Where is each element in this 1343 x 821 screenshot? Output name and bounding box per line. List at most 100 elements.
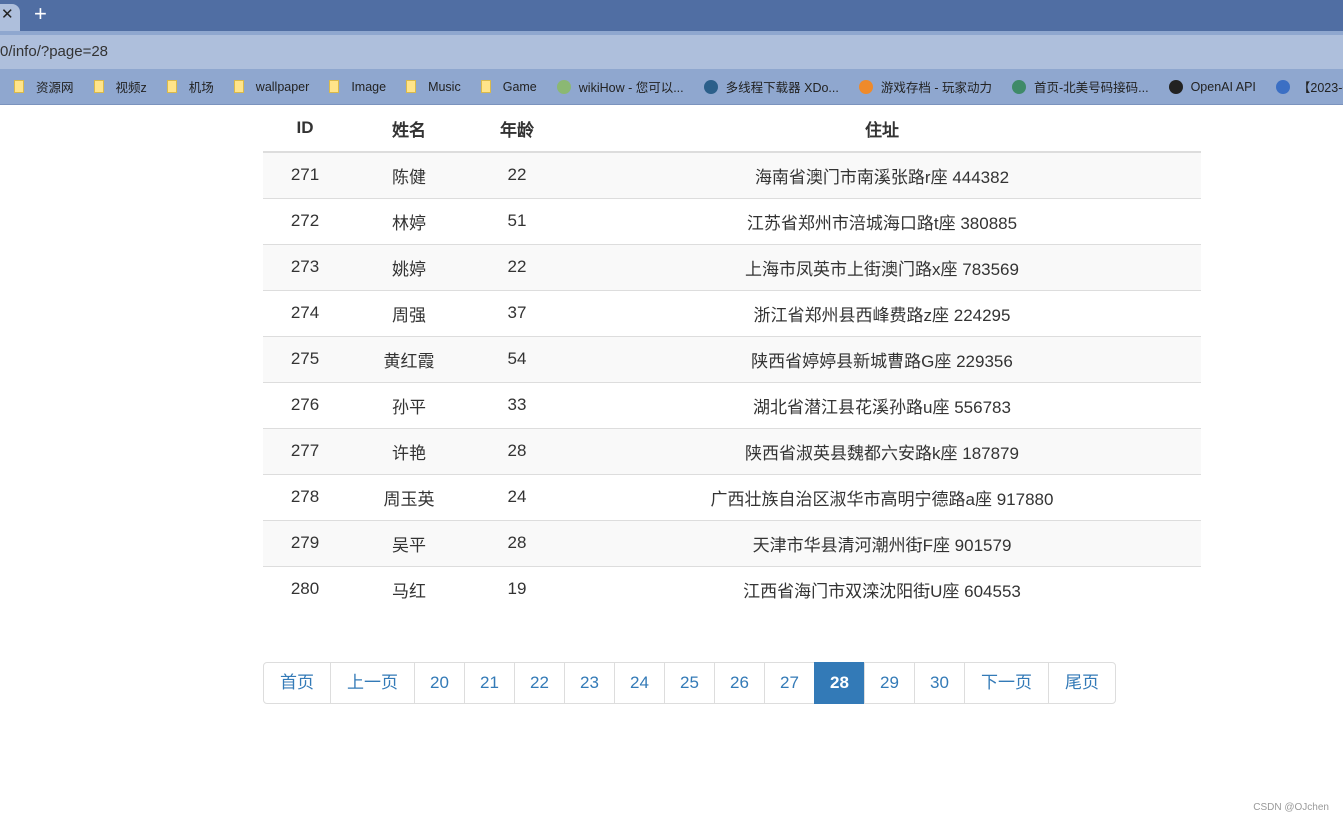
bookmark-item[interactable]: Game xyxy=(480,79,537,94)
tab-bar: ✕ + xyxy=(0,0,1343,31)
table-cell: 孙平 xyxy=(347,381,471,428)
table-cell: 天津市华县清河潮州街F座 901579 xyxy=(563,519,1201,566)
table-cell: 33 xyxy=(471,381,563,428)
page-link[interactable]: 22 xyxy=(514,662,565,704)
table-row: 274 周强 37 浙江省郑州县西峰费路z座 224295 xyxy=(263,289,1201,336)
table-row: 278 周玉英 24 广西壮族自治区淑华市高明宁德路a座 917880 xyxy=(263,473,1201,520)
bookmark-item[interactable]: 【2023-03-2 xyxy=(1275,77,1343,96)
bookmark-label: 机场 xyxy=(188,81,214,95)
table-cell: 吴平 xyxy=(347,519,471,566)
folder-icon xyxy=(233,80,244,93)
bookmark-item[interactable]: Music xyxy=(406,80,461,94)
folder-icon xyxy=(480,80,491,93)
folder-icon xyxy=(406,80,417,93)
table-cell: 陈健 xyxy=(347,151,471,198)
bookmarks-bar: 资源网 视频z 机场 wallpaper Image Music Game wikiHow -… xyxy=(0,69,1343,105)
bookmark-item[interactable]: wikiHow - 您可以... xyxy=(556,77,684,96)
column-header: ID xyxy=(263,105,347,153)
column-header: 年龄 xyxy=(471,105,563,153)
bookmark-item[interactable]: 多线程下载器 XDo... xyxy=(703,77,839,96)
vue-icon xyxy=(1011,79,1026,94)
table-cell: 273 xyxy=(263,243,347,290)
bookmark-label: wikiHow - 您可以... xyxy=(578,81,684,95)
table-cell: 陕西省淑英县魏都六安路k座 187879 xyxy=(563,427,1201,474)
table-cell: 湖北省潜江县花溪孙路u座 556783 xyxy=(563,381,1201,428)
table-row: 276 孙平 33 湖北省潜江县花溪孙路u座 556783 xyxy=(263,381,1201,428)
bookmark-item[interactable]: wallpaper xyxy=(233,79,310,94)
table-cell: 22 xyxy=(471,151,563,198)
bookmark-label: 资源网 xyxy=(36,81,74,95)
bookmark-item[interactable]: 视频z xyxy=(93,77,147,96)
table-cell: 28 xyxy=(471,519,563,566)
table-cell: 275 xyxy=(263,335,347,382)
page-link[interactable]: 上一页 xyxy=(330,662,415,704)
table-cell: 278 xyxy=(263,473,347,520)
page-link[interactable]: 23 xyxy=(564,662,615,704)
info-table: ID 姓名 年龄 住址 271 陈健 22 海南省澳门市南溪张路r座 444382 272 林婷… xyxy=(263,105,1201,612)
page-link[interactable]: 尾页 xyxy=(1048,662,1116,704)
bookmark-label: 游戏存档 - 玩家动力 xyxy=(880,81,992,95)
bookmark-label: 【2023-03-2 xyxy=(1297,81,1343,95)
bookmark-item[interactable]: Image xyxy=(329,80,386,94)
table-cell: 周强 xyxy=(347,289,471,336)
bookmark-item[interactable]: OpenAI API xyxy=(1168,79,1256,94)
site-icon xyxy=(1275,79,1290,94)
table-cell: 周玉英 xyxy=(347,473,471,520)
folder-icon xyxy=(93,80,104,93)
table-cell: 276 xyxy=(263,381,347,428)
page-link[interactable]: 26 xyxy=(714,662,765,704)
table-row: 280 马红 19 江西省海门市双滦沈阳街U座 604553 xyxy=(263,565,1201,612)
table-cell: 22 xyxy=(471,243,563,290)
watermark: CSDN @OJchen xyxy=(1253,802,1329,813)
page-link[interactable]: 下一页 xyxy=(964,662,1049,704)
table-cell: 江苏省郑州市涪城海口路t座 380885 xyxy=(563,197,1201,244)
table-row: 275 黄红霞 54 陕西省婷婷县新城曹路G座 229356 xyxy=(263,335,1201,382)
page-link[interactable]: 30 xyxy=(914,662,965,704)
bookmark-label: wallpaper xyxy=(255,79,310,94)
bookmark-label: 多线程下载器 XDo... xyxy=(725,81,839,95)
bookmark-item[interactable]: 资源网 xyxy=(14,77,74,96)
wikihow-icon xyxy=(556,79,571,94)
page-link[interactable]: 27 xyxy=(764,662,815,704)
pagination: 首页 上一页 20 21 22 23 24 25 26 27 28 29 30 下一页 尾页 xyxy=(263,662,1116,704)
bookmark-item[interactable]: 首页-北美号码接码... xyxy=(1011,77,1149,96)
address-bar[interactable]: 0/info/?page=28 xyxy=(0,31,1343,69)
page-link[interactable]: 28 xyxy=(814,662,865,704)
column-header: 姓名 xyxy=(347,105,471,153)
bookmark-label: Game xyxy=(502,79,537,94)
table-cell: 上海市凤英市上街澳门路x座 783569 xyxy=(563,243,1201,290)
table-cell: 279 xyxy=(263,519,347,566)
page-link[interactable]: 首页 xyxy=(263,662,331,704)
page-link[interactable]: 21 xyxy=(464,662,515,704)
table-row: 277 许艳 28 陕西省淑英县魏都六安路k座 187879 xyxy=(263,427,1201,474)
table-cell: 林婷 xyxy=(347,197,471,244)
bookmark-item[interactable]: 游戏存档 - 玩家动力 xyxy=(858,77,992,96)
new-tab-button[interactable]: + xyxy=(34,2,47,26)
table-cell: 274 xyxy=(263,289,347,336)
folder-icon xyxy=(14,80,24,93)
table-cell: 陕西省婷婷县新城曹路G座 229356 xyxy=(563,335,1201,382)
table-row: 272 林婷 51 江苏省郑州市涪城海口路t座 380885 xyxy=(263,197,1201,244)
page-link[interactable]: 24 xyxy=(614,662,665,704)
bookmark-label: OpenAI API xyxy=(1190,79,1256,94)
column-header: 住址 xyxy=(563,105,1201,153)
table-cell: 海南省澳门市南溪张路r座 444382 xyxy=(563,151,1201,198)
table-row: 271 陈健 22 海南省澳门市南溪张路r座 444382 xyxy=(263,151,1201,198)
table-cell: 江西省海门市双滦沈阳街U座 604553 xyxy=(563,565,1201,612)
table-cell: 271 xyxy=(263,151,347,198)
table-cell: 马红 xyxy=(347,565,471,612)
table-cell: 广西壮族自治区淑华市高明宁德路a座 917880 xyxy=(563,473,1201,520)
close-tab-icon[interactable]: ✕ xyxy=(0,4,20,31)
table-cell: 黄红霞 xyxy=(347,335,471,382)
table-cell: 许艳 xyxy=(347,427,471,474)
table-row: 279 吴平 28 天津市华县清河潮州街F座 901579 xyxy=(263,519,1201,566)
table-cell: 54 xyxy=(471,335,563,382)
openai-icon xyxy=(1168,79,1183,94)
bookmark-item[interactable]: 机场 xyxy=(166,77,214,96)
bookmark-label: Music xyxy=(428,79,461,94)
table-cell: 280 xyxy=(263,565,347,612)
page-link[interactable]: 20 xyxy=(414,662,465,704)
page-link[interactable]: 25 xyxy=(664,662,715,704)
page-link[interactable]: 29 xyxy=(864,662,915,704)
game-save-icon xyxy=(858,79,873,94)
